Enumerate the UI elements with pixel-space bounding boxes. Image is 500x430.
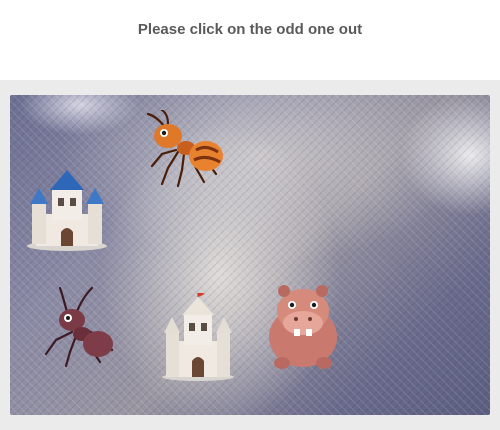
castle-icon	[162, 293, 234, 381]
challenge-canvas	[10, 95, 490, 415]
castle-tile-1[interactable]	[22, 170, 112, 252]
ant-tile-2[interactable]	[38, 280, 118, 368]
ant-tile-1[interactable]	[138, 110, 226, 188]
ant-icon	[146, 110, 223, 188]
castle-tile-2[interactable]	[158, 293, 238, 381]
prompt-text: Please click on the odd one out	[137, 21, 363, 38]
hippo-icon	[269, 285, 337, 369]
ant-icon	[44, 286, 114, 368]
castle-icon	[27, 170, 107, 251]
hippo-tile[interactable]	[262, 277, 344, 371]
